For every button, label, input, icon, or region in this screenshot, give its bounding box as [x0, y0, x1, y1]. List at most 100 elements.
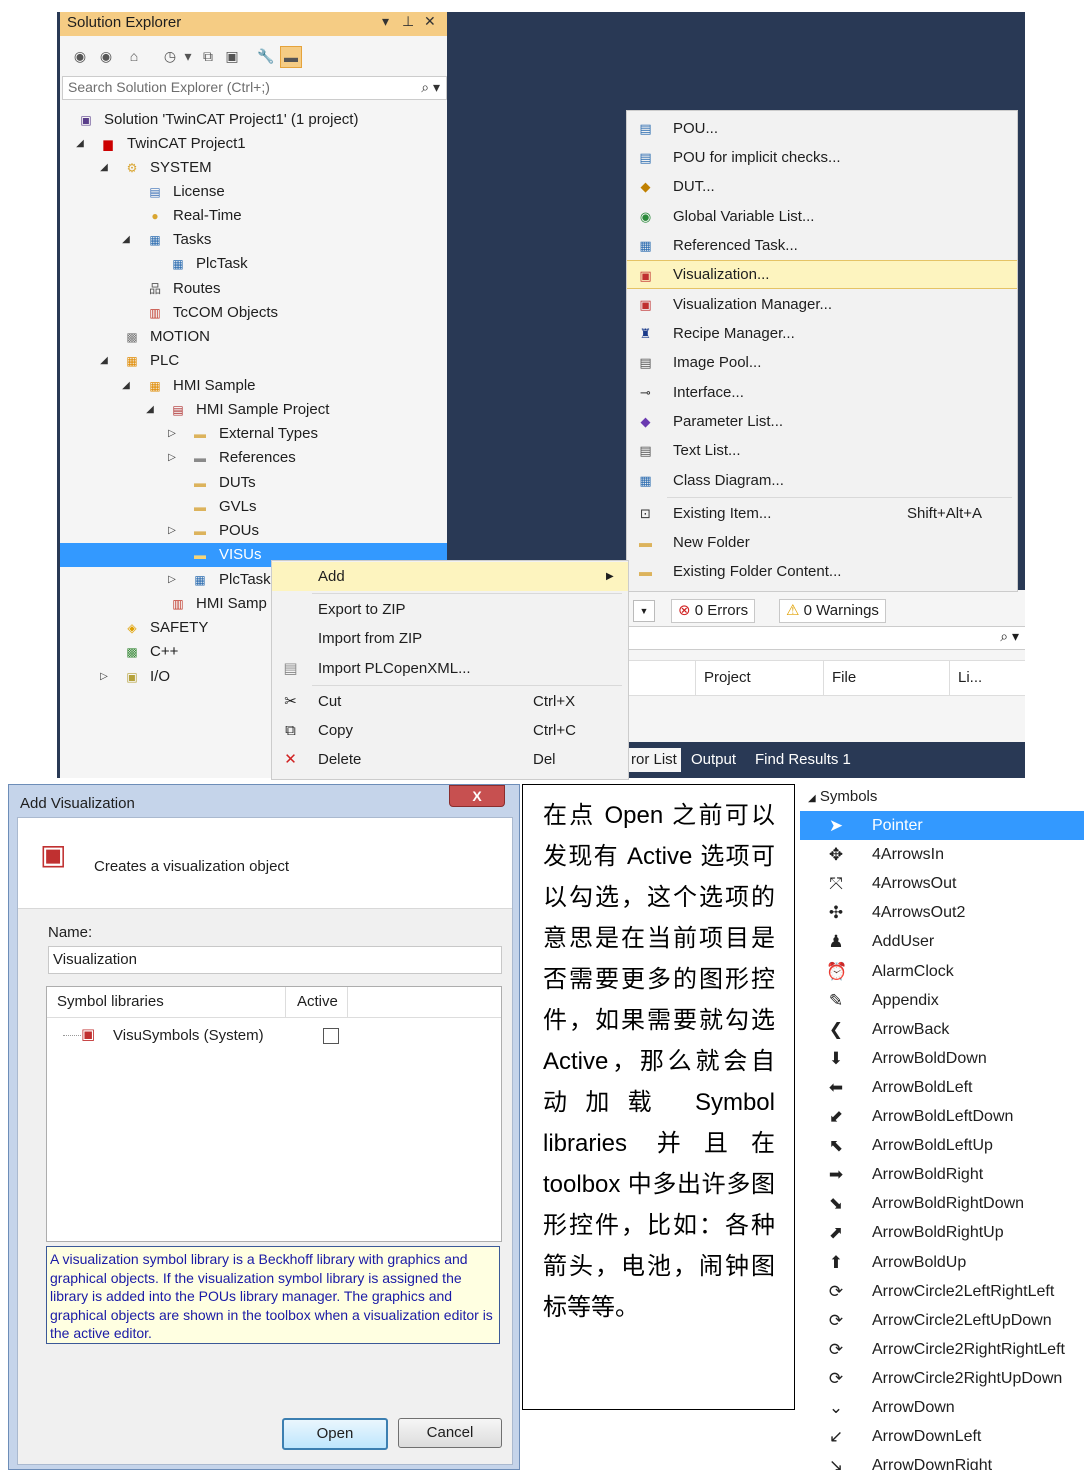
tree-item-project[interactable]: ◢ ▆ TwinCAT Project1 [60, 132, 447, 156]
menu-item-gvl[interactable]: ◉ Global Variable List... [627, 202, 1017, 231]
dropdown-icon[interactable]: ▾ [382, 13, 389, 30]
menu-item-export-zip[interactable]: Export to ZIP [272, 595, 628, 624]
tab-output[interactable]: Output [687, 748, 740, 772]
symbol-item[interactable]: ⬉ ArrowBoldLeftUp [800, 1131, 1084, 1160]
search-box[interactable]: Search Solution Explorer (Ctrl+;) ⌕ ▾ [62, 76, 447, 100]
symbol-item[interactable]: ⬇ ArrowBoldDown [800, 1044, 1084, 1073]
tree-item-references[interactable]: ▷ ▬ References [60, 446, 447, 470]
cancel-button[interactable]: Cancel [398, 1418, 502, 1448]
warnings-filter-button[interactable]: ⚠ 0 Warnings [779, 599, 886, 623]
errors-filter-button[interactable]: ⊗ 0 Errors [671, 599, 756, 623]
expand-arrow-icon[interactable]: ▷ [98, 665, 110, 689]
tree-item-tasks[interactable]: ◢ ▦ Tasks [60, 228, 447, 252]
tree-item-solution[interactable]: ▣ Solution 'TwinCAT Project1' (1 project… [60, 108, 447, 132]
forward-icon[interactable]: ◉ [96, 46, 116, 66]
menu-item-interface[interactable]: ⊸ Interface... [627, 378, 1017, 407]
properties-icon[interactable]: 🔧 [256, 46, 276, 66]
tree-item-realtime[interactable]: ● Real-Time [60, 204, 447, 228]
open-button[interactable]: Open [282, 1418, 388, 1450]
sync-icon[interactable]: ⧉ [198, 46, 218, 66]
expand-arrow-icon[interactable]: ▷ [166, 519, 178, 543]
tree-item-pous[interactable]: ▷ ▬ POUs [60, 519, 447, 543]
menu-item-existing-item[interactable]: ⊡ Existing Item... Shift+Alt+A [627, 499, 1017, 528]
pin-icon[interactable]: ⊥ [402, 13, 414, 30]
menu-item-pou[interactable]: ▤ POU... [627, 114, 1017, 143]
menu-item-recipe-manager[interactable]: ♜ Recipe Manager... [627, 319, 1017, 348]
symbol-item[interactable]: ♟ AddUser [800, 927, 1084, 956]
menu-item-import-plcopen[interactable]: ▤ Import PLCopenXML... [272, 654, 628, 683]
symbol-item[interactable]: ⌄ ArrowDown [800, 1393, 1084, 1422]
tree-item-hmi-sample[interactable]: ◢ ▦ HMI Sample [60, 374, 447, 398]
symbol-item[interactable]: ⬅ ArrowBoldLeft [800, 1073, 1084, 1102]
tree-item-system[interactable]: ◢ ⚙ SYSTEM [60, 156, 447, 180]
symbol-item[interactable]: ⟳ ArrowCircle2LeftRightLeft [800, 1277, 1084, 1306]
preview-icon[interactable]: ▬ [280, 46, 302, 68]
collapse-icon[interactable]: ▣ [222, 46, 242, 66]
search-icon[interactable]: ⌕ ▾ [421, 79, 440, 96]
symbol-item[interactable]: ⬈ ArrowBoldRightUp [800, 1218, 1084, 1247]
column-active[interactable]: Active [287, 987, 348, 1017]
symbol-item[interactable]: ↘ ArrowDownRight [800, 1451, 1084, 1470]
menu-item-dut[interactable]: ◆ DUT... [627, 172, 1017, 201]
tree-item-license[interactable]: ▤ License [60, 180, 447, 204]
tree-item-tccom[interactable]: ▥ TcCOM Objects [60, 301, 447, 325]
symbol-item[interactable]: ⬆ ArrowBoldUp [800, 1248, 1084, 1277]
collapse-arrow-icon[interactable]: ◢ [98, 156, 110, 180]
menu-item-cut[interactable]: ✂ Cut Ctrl+X [272, 687, 628, 716]
error-list-search[interactable]: ⌕ ▾ [627, 626, 1025, 650]
menu-item-delete[interactable]: ✕ Delete Del [272, 745, 628, 774]
symbol-item[interactable]: ➡ ArrowBoldRight [800, 1160, 1084, 1189]
symbol-item[interactable]: ⟳ ArrowCircle2RightUpDown [800, 1364, 1084, 1393]
tab-error-list[interactable]: ror List [627, 748, 681, 772]
tree-item-plctask[interactable]: ▦ PlcTask [60, 252, 447, 276]
symbol-item[interactable]: ⟳ ArrowCircle2LeftUpDown [800, 1306, 1084, 1335]
name-field[interactable]: Visualization [48, 946, 502, 974]
back-icon[interactable]: ◉ [70, 46, 90, 66]
symbol-item[interactable]: ➤ Pointer [800, 811, 1084, 840]
menu-item-referenced-task[interactable]: ▦ Referenced Task... [627, 231, 1017, 260]
tree-item-plc[interactable]: ◢ ▦ PLC [60, 349, 447, 373]
symbol-item[interactable]: ⤧ 4ArrowsOut [800, 869, 1084, 898]
column-line[interactable]: Li... [949, 661, 1018, 695]
expand-arrow-icon[interactable]: ▷ [166, 422, 178, 446]
menu-item-import-zip[interactable]: Import from ZIP [272, 624, 628, 653]
symbol-item[interactable]: ↙ ArrowDownLeft [800, 1422, 1084, 1451]
search-input[interactable]: Search Solution Explorer (Ctrl+;) [68, 79, 270, 95]
symbol-item[interactable]: ✎ Appendix [800, 986, 1084, 1015]
column-project[interactable]: Project [695, 661, 824, 695]
symbol-item[interactable]: ✣ 4ArrowsOut2 [800, 898, 1084, 927]
tree-item-duts[interactable]: ▬ DUTs [60, 471, 447, 495]
menu-item-pou-checks[interactable]: ▤ POU for implicit checks... [627, 143, 1017, 172]
symbol-item[interactable]: ⬊ ArrowBoldRightDown [800, 1189, 1084, 1218]
scope-dropdown-icon[interactable]: ▼ [633, 600, 655, 622]
collapse-arrow-icon[interactable]: ◢ [74, 132, 86, 156]
symbol-item[interactable]: ⟳ ArrowCircle2RightRightLeft [800, 1335, 1084, 1364]
menu-item-vis-manager[interactable]: ▣ Visualization Manager... [627, 290, 1017, 319]
expand-arrow-icon[interactable]: ▷ [166, 568, 178, 592]
collapse-arrow-icon[interactable]: ◢ [98, 349, 110, 373]
tab-find-results[interactable]: Find Results 1 [751, 748, 855, 772]
symbols-header[interactable]: ◢ Symbols [808, 788, 877, 805]
column-symbol-libraries[interactable]: Symbol libraries [47, 987, 286, 1017]
expand-arrow-icon[interactable]: ▷ [166, 446, 178, 470]
menu-item-class-diagram[interactable]: ▦ Class Diagram... [627, 466, 1017, 495]
symbol-item[interactable]: ⏰ AlarmClock [800, 957, 1084, 986]
menu-item-visualization[interactable]: ▣ Visualization... [627, 260, 1017, 289]
tree-item-motion[interactable]: ▩ MOTION [60, 325, 447, 349]
menu-item-existing-folder[interactable]: ▬ Existing Folder Content... [627, 557, 1017, 586]
tree-item-external-types[interactable]: ▷ ▬ External Types [60, 422, 447, 446]
menu-item-copy[interactable]: ⧉ Copy Ctrl+C [272, 716, 628, 745]
collapse-arrow-icon[interactable]: ◢ [144, 398, 156, 422]
menu-item-new-folder[interactable]: ▬ New Folder [627, 528, 1017, 557]
history-icon[interactable]: ◷ [160, 46, 180, 66]
menu-item-parameter-list[interactable]: ◆ Parameter List... [627, 407, 1017, 436]
menu-item-add[interactable]: Add ▶ [272, 562, 628, 591]
tree-item-hmi-sample-project[interactable]: ◢ ▤ HMI Sample Project [60, 398, 447, 422]
active-checkbox[interactable] [323, 1028, 339, 1044]
dropdown-icon[interactable]: ▾ [178, 46, 198, 66]
search-icon[interactable]: ⌕ ▾ [1000, 628, 1019, 645]
tree-item-routes[interactable]: 品 Routes [60, 277, 447, 301]
table-row[interactable]: ▣ VisuSymbols (System) [47, 1023, 501, 1049]
close-button[interactable]: X [449, 785, 505, 807]
column-file[interactable]: File [823, 661, 952, 695]
